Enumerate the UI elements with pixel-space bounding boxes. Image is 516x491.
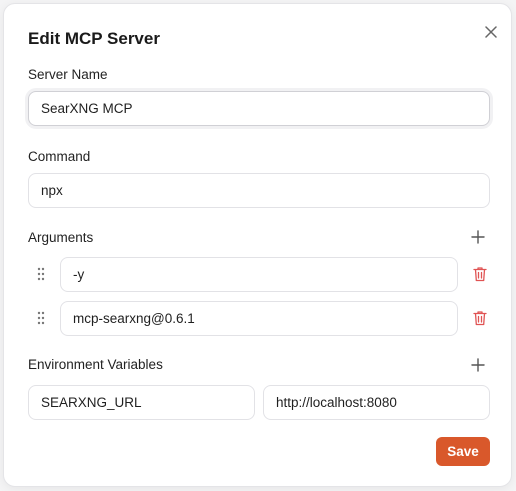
command-input[interactable]: [28, 173, 490, 208]
delete-argument-button[interactable]: [470, 264, 490, 284]
add-env-variable-button[interactable]: [469, 356, 487, 374]
plus-icon: [471, 358, 485, 372]
dialog-title: Edit MCP Server: [28, 29, 160, 48]
drag-handle-icon: [37, 311, 45, 325]
environment-variables-label: Environment Variables: [28, 357, 163, 372]
env-key-input[interactable]: [28, 385, 255, 420]
trash-icon: [473, 311, 487, 326]
edit-mcp-server-dialog: Edit MCP Server Server Name Command Argu…: [3, 3, 512, 487]
env-value-input[interactable]: [263, 385, 490, 420]
argument-input[interactable]: [60, 301, 458, 336]
save-button[interactable]: Save: [436, 437, 490, 466]
argument-drag-handle[interactable]: [34, 266, 48, 282]
argument-drag-handle[interactable]: [34, 310, 48, 326]
add-argument-button[interactable]: [469, 228, 487, 246]
command-label: Command: [28, 149, 91, 164]
plus-icon: [471, 230, 485, 244]
delete-argument-button[interactable]: [470, 308, 490, 328]
close-button[interactable]: [481, 22, 501, 42]
argument-input[interactable]: [60, 257, 458, 292]
server-name-input[interactable]: [28, 91, 490, 126]
server-name-label: Server Name: [28, 67, 108, 82]
trash-icon: [473, 267, 487, 282]
arguments-label: Arguments: [28, 230, 94, 245]
close-icon: [485, 26, 497, 38]
drag-handle-icon: [37, 267, 45, 281]
